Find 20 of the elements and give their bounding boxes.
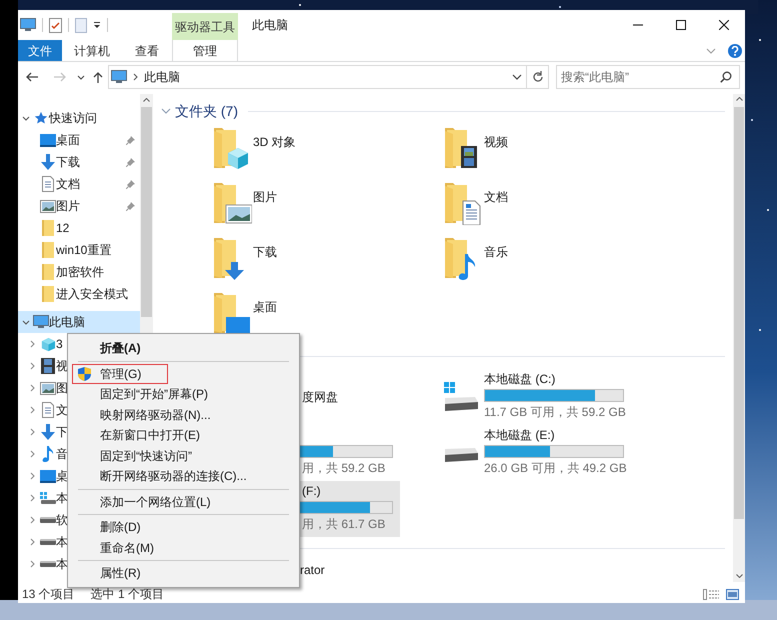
status-selection-count: 选中 1 个项目 xyxy=(90,586,164,603)
drive-space: 用，共 61.7 GB xyxy=(301,517,386,531)
status-item-count: 13 个项目 xyxy=(22,586,75,603)
drive-name: 本地磁盘 (C:) xyxy=(484,372,556,386)
drive-space: 用，共 59.2 GB xyxy=(301,461,386,475)
folder-name: 3D 对象 xyxy=(253,134,296,151)
drive-name: 度网盘 xyxy=(301,390,339,404)
drive-space: 11.7 GB 可用，共 59.2 GB xyxy=(484,405,624,419)
folder-name: 视频 xyxy=(484,134,508,151)
folder-name: 音乐 xyxy=(484,244,508,261)
folder-name: 图片 xyxy=(253,189,277,206)
folder-name: 桌面 xyxy=(253,299,277,316)
ribbon-group-label: 驱动器工具 xyxy=(172,13,238,40)
folder-name: 文档 xyxy=(484,189,508,206)
drive-name: (F:) xyxy=(301,484,322,498)
window-title: 此电脑 xyxy=(251,17,289,34)
drive-space: 26.0 GB 可用，共 49.2 GB xyxy=(484,461,624,475)
folder-name: 下载 xyxy=(253,244,277,261)
drive-name: 本地磁盘 (E:) xyxy=(484,428,556,442)
network-location-name: rator xyxy=(300,562,325,579)
